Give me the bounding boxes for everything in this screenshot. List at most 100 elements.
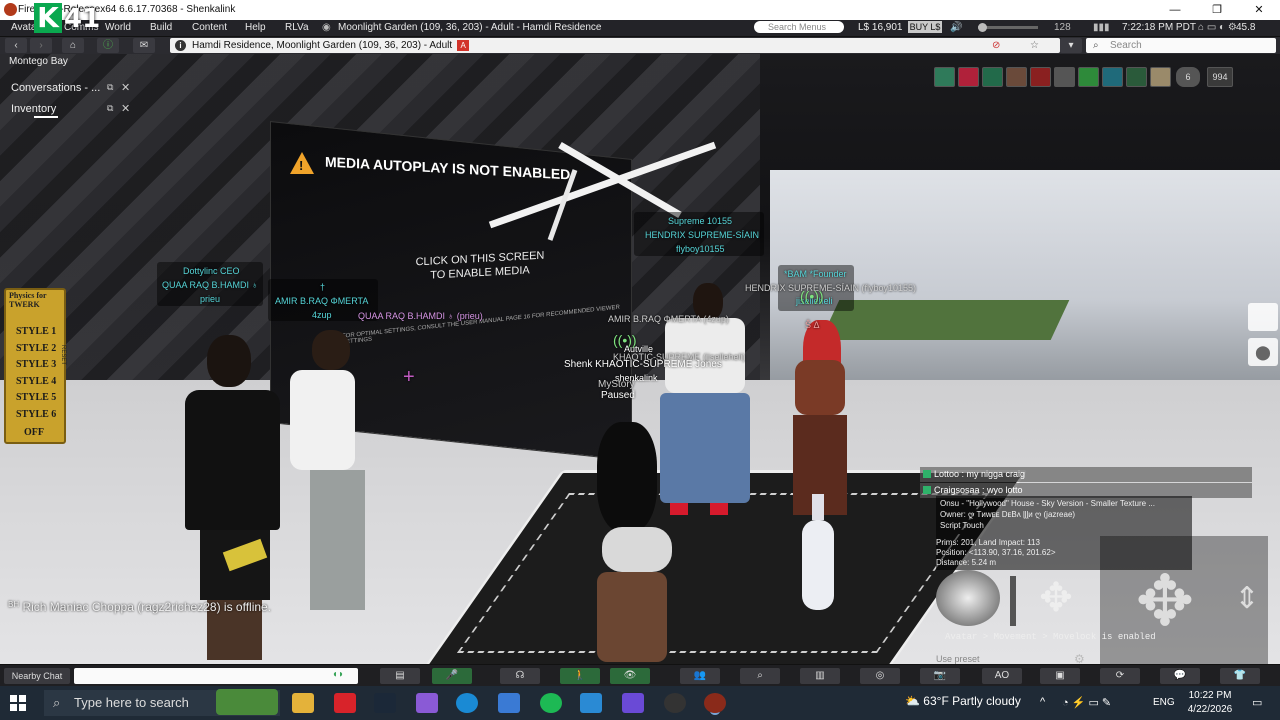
search-menus-input[interactable]: Search Menus (754, 21, 844, 33)
location-dropdown-button[interactable]: ▾ (1060, 38, 1082, 53)
discord-icon[interactable] (622, 693, 644, 713)
map-pin-side-button[interactable]: ⬤ (1248, 338, 1278, 366)
language-indicator[interactable]: ENG (1153, 697, 1175, 708)
avatar-red-hair[interactable] (785, 320, 855, 520)
headset-button[interactable]: ☊ (500, 668, 540, 684)
close-inventory-icon[interactable]: ✕ (121, 102, 130, 115)
hud-reset[interactable]: RESET (58, 345, 66, 385)
sync-button[interactable]: ⟳ (1100, 668, 1140, 684)
hud-style-3[interactable]: STYLE 3 (16, 359, 56, 370)
hud-style-5[interactable]: STYLE 5 (16, 392, 56, 403)
avatar-move-pad[interactable]: ✥ ⇕ (1100, 536, 1268, 664)
menu-build[interactable]: Build (150, 22, 172, 33)
avatar-thumb-icon[interactable] (1030, 67, 1051, 87)
nearby-count[interactable]: 994 (1207, 67, 1233, 87)
avatar-black-jacket[interactable] (185, 335, 280, 665)
favorite-star-icon[interactable]: ☆ (1030, 38, 1039, 53)
undock-icon[interactable]: ⧉ (107, 82, 113, 93)
bag-button[interactable]: ▣ (1040, 668, 1080, 684)
linden-balance[interactable]: L$ 16,901 (858, 22, 903, 33)
windows-start-icon[interactable] (10, 695, 26, 711)
avatar-thumb-icon[interactable] (934, 67, 955, 87)
location-info-icon[interactable]: i (175, 40, 186, 51)
hud-style-4[interactable]: STYLE 4 (16, 376, 56, 387)
home-button[interactable]: ⌂ (62, 38, 84, 53)
fly-up-down-icon[interactable]: ⇕ (1232, 544, 1262, 654)
close-conversations-icon[interactable]: ✕ (121, 81, 130, 94)
pan-arrows-icon[interactable]: ✥ (1024, 570, 1088, 626)
avatar-black-hair[interactable] (582, 422, 682, 662)
snapshot-toolbar-button[interactable]: 📷 (920, 668, 960, 684)
avatar-thumb-icon[interactable] (1006, 67, 1027, 87)
avatar-white-hoodie[interactable] (290, 330, 375, 630)
avatar-thumb-icon[interactable] (982, 67, 1003, 87)
firestorm-taskbar-icon[interactable] (704, 693, 726, 713)
store-icon[interactable] (498, 693, 520, 713)
zoom-slider[interactable] (1010, 576, 1016, 626)
chat-input[interactable]: ◖◗ (74, 668, 358, 684)
notes-button[interactable]: ▤ (380, 668, 420, 684)
voice-button[interactable]: 🎤 (432, 668, 472, 684)
forward-button[interactable]: › (30, 38, 52, 53)
volume-slider-handle[interactable] (978, 23, 987, 32)
notifications-icon[interactable]: ▭ (1252, 696, 1262, 709)
taskbar-search[interactable]: ⌕ Type here to search (44, 689, 280, 716)
spotify-icon[interactable] (540, 693, 562, 713)
menu-content[interactable]: Content (192, 22, 227, 33)
orbit-joystick[interactable] (936, 570, 1000, 626)
maximize-button[interactable]: ❐ (1196, 0, 1238, 20)
hud-off[interactable]: OFF (24, 427, 44, 438)
edge-icon[interactable] (456, 693, 478, 713)
preset-dropdown[interactable]: Use preset (936, 654, 980, 664)
hud-style-1[interactable]: STYLE 1 (16, 326, 56, 337)
avatar-thumb-icon[interactable] (958, 67, 979, 87)
avatar-thumb-icon[interactable] (1054, 67, 1075, 87)
file-explorer-icon[interactable] (292, 693, 314, 713)
hud-style-6[interactable]: STYLE 6 (16, 409, 56, 420)
tray-chevron-icon[interactable]: ^ (1040, 696, 1045, 708)
menu-rlva[interactable]: RLVa (285, 22, 309, 33)
map-button[interactable]: ▥ (800, 668, 840, 684)
walk-button[interactable]: 🚶 (560, 668, 600, 684)
search-input[interactable]: ⌕ Search (1086, 38, 1276, 53)
more-avatars-count[interactable]: 6 (1176, 67, 1200, 87)
radar-button[interactable]: ◎ (860, 668, 900, 684)
search-toolbar-button[interactable]: ⌕ (740, 668, 780, 684)
hud-style-2[interactable]: STYLE 2 (16, 343, 56, 354)
camera-controls-side-button[interactable] (1248, 303, 1278, 331)
nearby-chat-button[interactable]: Nearby Chat (4, 668, 70, 684)
weather-widget[interactable]: ⛅ 63°F Partly cloudy (905, 694, 1021, 708)
physics-twerk-hud[interactable]: Physics for TWERK STYLE 1 STYLE 2 STYLE … (4, 288, 66, 444)
steam-icon[interactable] (374, 693, 396, 713)
info-button[interactable]: ⓘ (97, 38, 119, 53)
inventory-button[interactable]: Inventory (11, 103, 56, 115)
taskbar-clock[interactable]: 10:22 PM 4/22/2026 (1180, 689, 1240, 717)
speaker-icon[interactable]: 🔊 (950, 22, 962, 33)
people-button[interactable]: 👥 (680, 668, 720, 684)
avatar-thumb-icon[interactable] (1126, 67, 1147, 87)
ao-button[interactable]: AO (982, 668, 1022, 684)
buy-linden-button[interactable]: BUY L$ (908, 21, 942, 33)
obs-icon[interactable] (664, 693, 686, 713)
volume-slider[interactable] (978, 23, 1038, 32)
tray-icons[interactable]: ◔ ⚡ ▭ ✎ (1062, 696, 1111, 709)
snapshot-button[interactable]: ✉ (133, 38, 155, 53)
look-button[interactable]: 👁 (610, 668, 650, 684)
avatar-thumb-icon[interactable] (1150, 67, 1171, 87)
avatar-thumb-icon[interactable] (1102, 67, 1123, 87)
status-icons[interactable]: ⌂ ▭ ◐ ⚙ (1198, 22, 1237, 33)
avatar-thumb-icon[interactable] (1078, 67, 1099, 87)
app-icon[interactable] (580, 693, 602, 713)
vivaldi-icon[interactable] (334, 693, 356, 713)
parcel-info[interactable]: Moonlight Garden (109, 36, 203) - Adult … (338, 22, 601, 33)
decor-bottle[interactable] (800, 494, 836, 612)
minimize-button[interactable]: — (1154, 0, 1196, 20)
location-bar[interactable]: i Hamdi Residence, Moonlight Garden (109… (170, 38, 1060, 53)
menu-help[interactable]: Help (245, 22, 266, 33)
conversations-button[interactable]: Conversations - ... (11, 82, 100, 94)
chat-bubble-button[interactable]: 💬 (1160, 668, 1200, 684)
undock-icon[interactable]: ⧉ (107, 103, 113, 114)
back-button[interactable]: ‹ (5, 38, 27, 53)
outfit-button[interactable]: 👕 (1220, 668, 1260, 684)
close-window-button[interactable]: ✕ (1238, 0, 1280, 20)
